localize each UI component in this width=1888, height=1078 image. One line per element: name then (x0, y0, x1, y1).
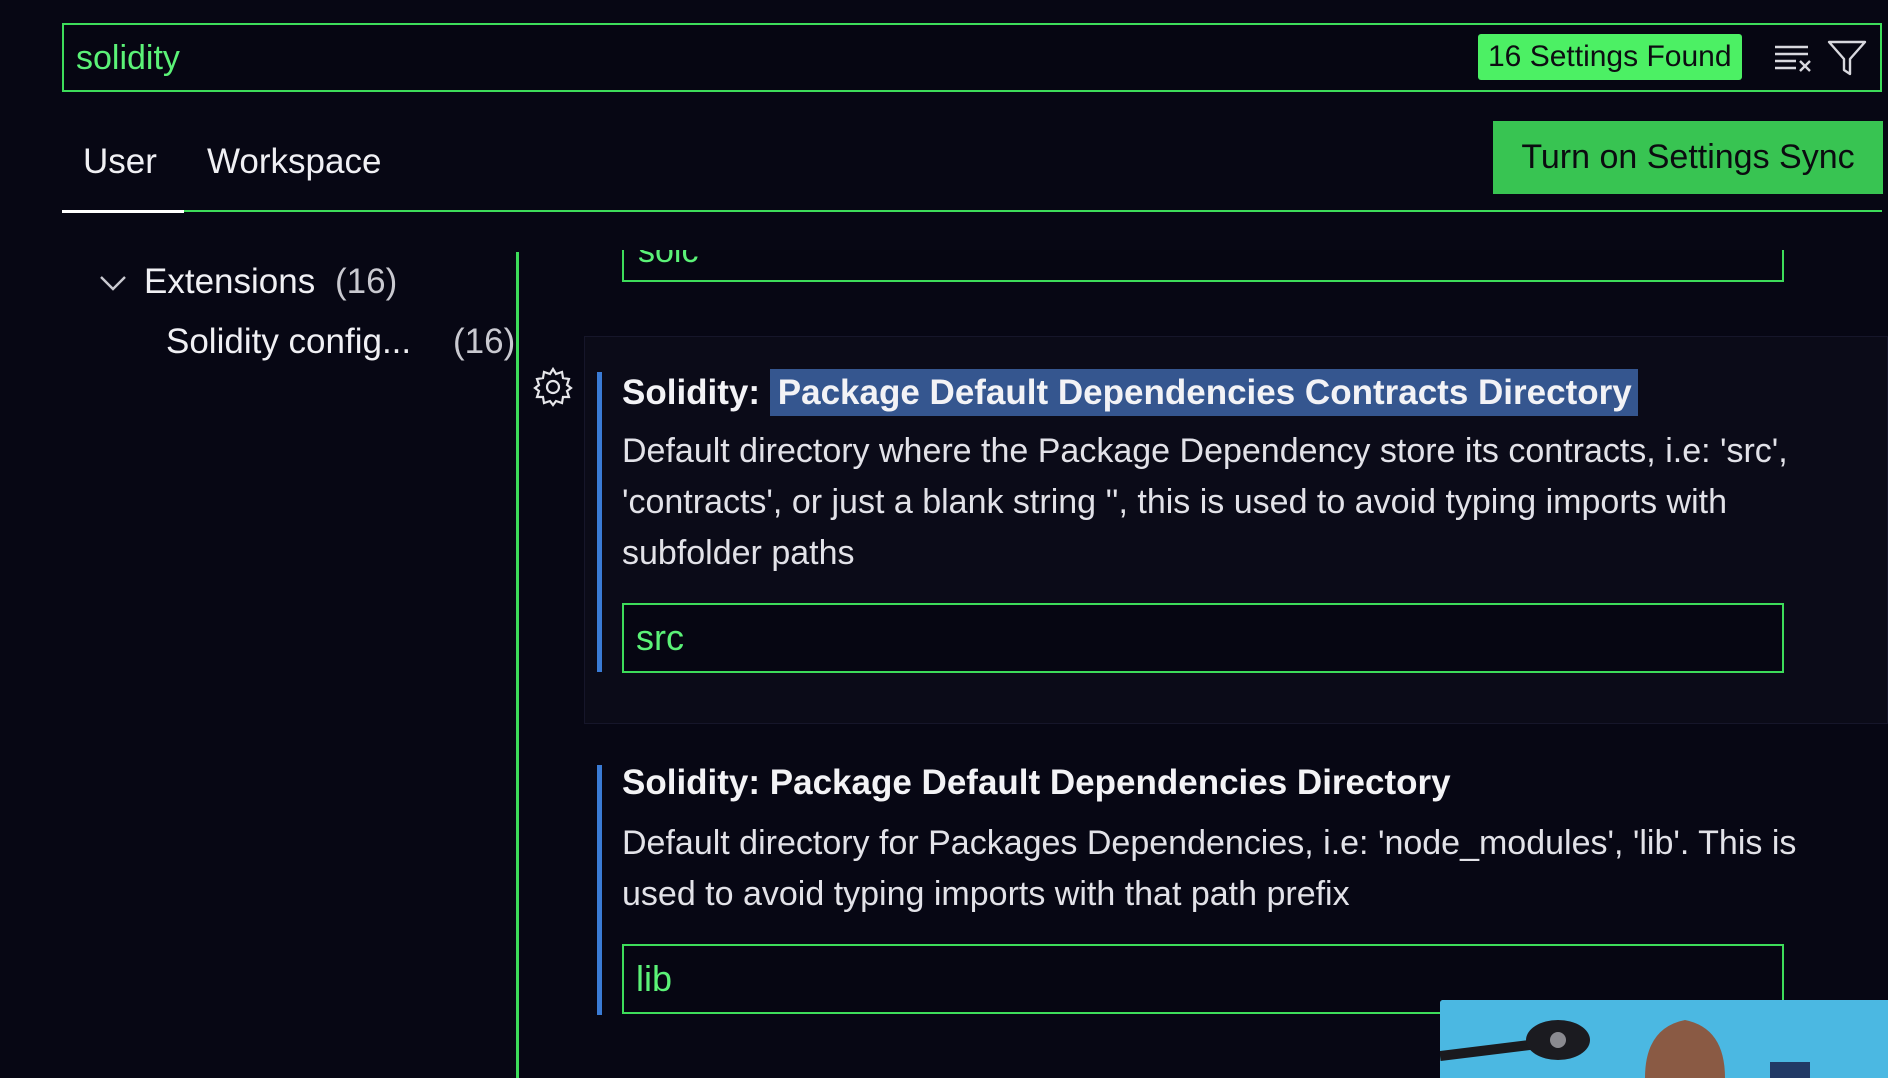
gear-icon[interactable] (532, 366, 574, 408)
filter-icon[interactable] (1826, 37, 1868, 79)
settings-search-box[interactable]: 16 Settings Found (62, 23, 1882, 92)
scroll-clip (519, 212, 1888, 250)
settings-found-badge: 16 Settings Found (1478, 34, 1742, 80)
clear-filter-icon[interactable] (1772, 37, 1814, 79)
tab-workspace[interactable]: Workspace (207, 142, 381, 182)
setting-category: Solidity: (622, 763, 770, 802)
setting-title: Solidity: Package Default Dependencies C… (622, 369, 1638, 416)
tab-active-indicator (62, 210, 184, 213)
setting-category: Solidity: (622, 373, 770, 412)
setting-title: Solidity: Package Default Dependencies D… (622, 763, 1451, 803)
chevron-down-icon[interactable] (98, 270, 128, 296)
toc-solidity-config-label[interactable]: Solidity config... (166, 322, 411, 362)
toc-solidity-config-count: (16) (453, 322, 516, 361)
toc-extensions-count: (16) (335, 262, 398, 301)
modified-indicator (597, 765, 602, 1015)
toc-divider (516, 252, 519, 1078)
settings-editor: 16 Settings Found User Workspace Turn on (0, 0, 1888, 1078)
webcam-overlay (1440, 1000, 1888, 1078)
toc-extensions-label[interactable]: Extensions (144, 262, 315, 302)
setting-description: Default directory for Packages Dependenc… (622, 824, 1797, 913)
setting-value-input[interactable] (622, 603, 1784, 673)
turn-on-settings-sync-button[interactable]: Turn on Settings Sync (1493, 121, 1883, 194)
setting-name: Package Default Dependencies Directory (769, 763, 1451, 802)
settings-search-input[interactable] (76, 33, 1476, 83)
setting-description: Default directory where the Package Depe… (622, 432, 1788, 572)
tab-user[interactable]: User (83, 142, 157, 182)
modified-indicator (597, 372, 602, 672)
setting-name-highlighted: Package Default Dependencies Contracts D… (769, 369, 1638, 416)
